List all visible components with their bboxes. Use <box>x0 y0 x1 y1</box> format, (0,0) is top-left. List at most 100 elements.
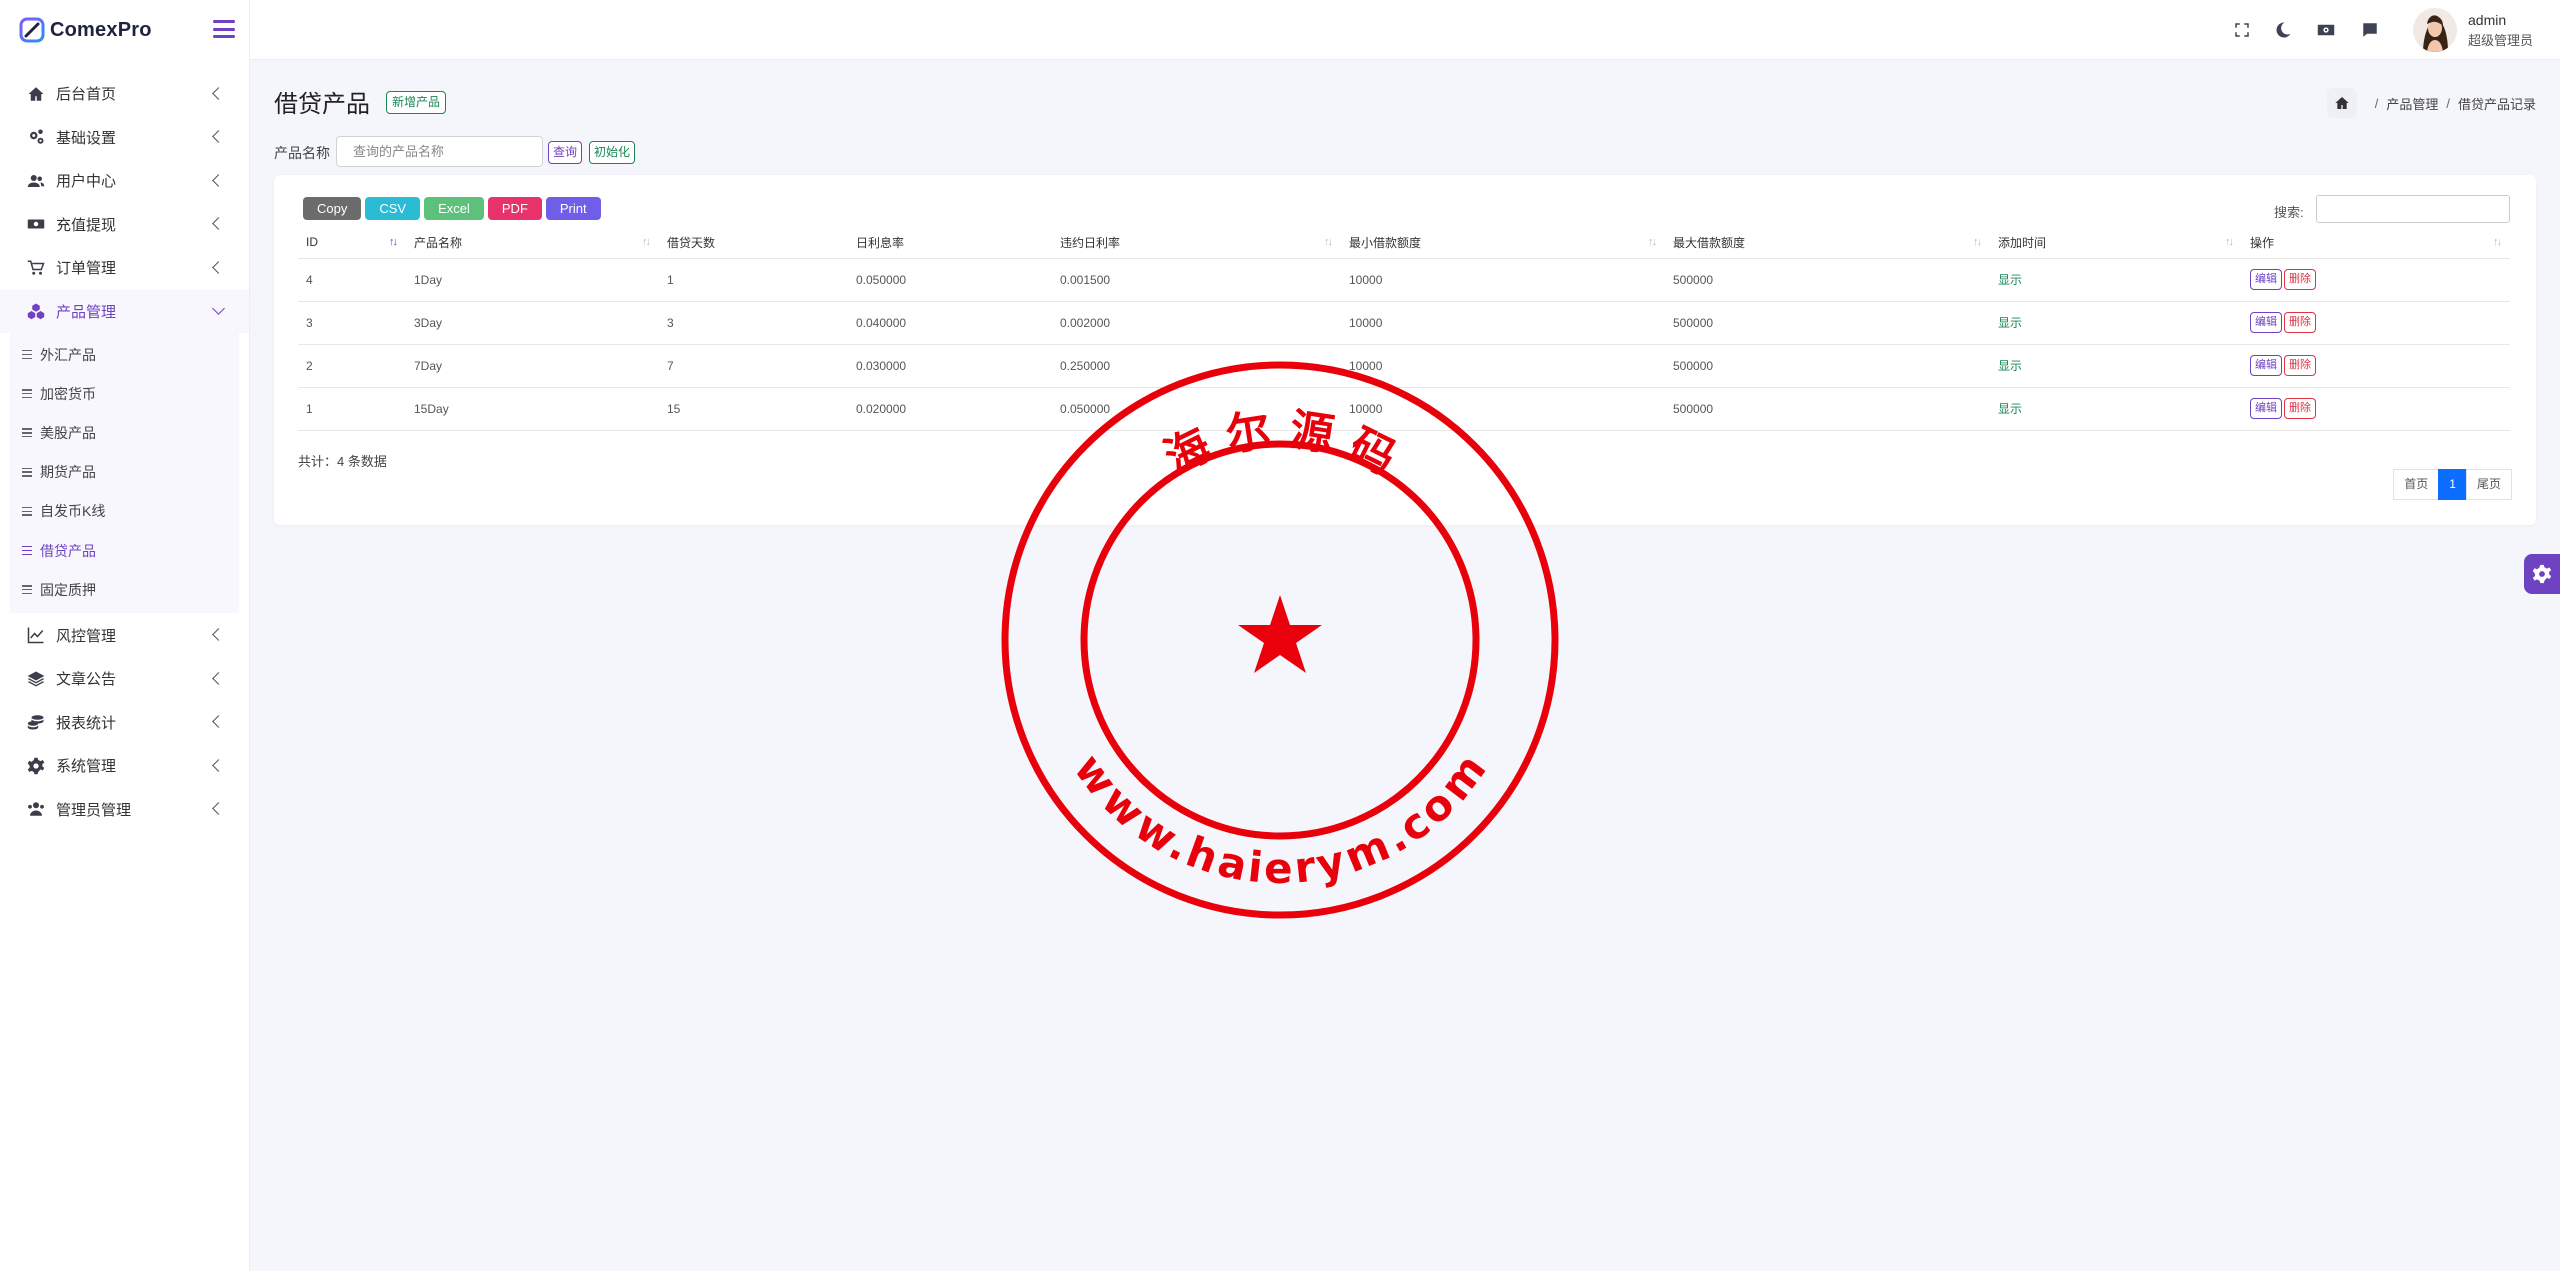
brand[interactable]: ComexPro <box>0 0 249 60</box>
status-toggle[interactable]: 显示 <box>1998 316 2022 330</box>
sidebar-item-recharge[interactable]: 充值提现 <box>0 203 249 247</box>
sidebar-item-label: 系统管理 <box>56 758 117 776</box>
pdf-button[interactable]: PDF <box>487 197 542 220</box>
table-search-input[interactable] <box>2316 195 2510 223</box>
csv-button[interactable]: CSV <box>365 197 421 220</box>
status-toggle[interactable]: 显示 <box>1998 402 2022 416</box>
submenu-item-loan-products[interactable]: 借贷产品 <box>10 531 239 570</box>
page-number-button[interactable]: 1 <box>2438 469 2467 500</box>
cell-name: 15Day <box>414 401 449 416</box>
query-button[interactable]: 查询 <box>548 141 583 164</box>
chevron-left-icon <box>212 130 225 144</box>
table-card: Copy CSV Excel PDF Print 搜索: ID ↑↓ 产品名称 ↑↓… <box>274 175 2536 525</box>
cell-min: 10000 <box>1349 315 1383 330</box>
brand-name: ComexPro <box>50 18 152 41</box>
sidebar-item-label: 充值提现 <box>56 216 117 234</box>
column-header-name[interactable]: 产品名称 ↑↓ <box>406 227 659 258</box>
print-button[interactable]: Print <box>545 197 601 220</box>
product-name-search-input[interactable] <box>336 136 543 167</box>
column-header-actions[interactable]: 操作 ↑↓ <box>2242 227 2510 258</box>
submenu-item-forex[interactable]: 外汇产品 <box>10 335 239 374</box>
cell-status: 显示 <box>1990 301 2242 344</box>
cell-penalty: 0.250000 <box>1060 358 1111 373</box>
sidebar-item-products[interactable]: 产品管理 <box>0 289 249 333</box>
page-title: 借贷产品 <box>274 91 370 118</box>
sidebar-item-articles[interactable]: 文章公告 <box>0 657 249 701</box>
edit-button[interactable]: 编辑 <box>2250 398 2282 419</box>
cell-days: 15 <box>667 401 681 416</box>
column-header-days[interactable]: 借贷天数 <box>659 227 848 258</box>
sidebar-item-label: 订单管理 <box>56 260 117 278</box>
cell-id: 2 <box>306 358 313 373</box>
edit-button[interactable]: 编辑 <box>2250 269 2282 290</box>
cell-rate: 0.050000 <box>856 272 907 287</box>
submenu-item-crypto[interactable]: 加密货币 <box>10 374 239 413</box>
sidebar-item-basic-settings[interactable]: 基础设置 <box>0 116 249 160</box>
sort-icon: ↑↓ <box>2225 236 2234 248</box>
column-header-penalty-rate[interactable]: 违约日利率 ↑↓ <box>1052 227 1341 258</box>
first-page-button[interactable]: 首页 <box>2393 469 2440 500</box>
theme-settings-gear-icon[interactable] <box>2524 554 2560 594</box>
submenu-item-label: 加密货币 <box>40 385 96 402</box>
money-icon[interactable] <box>2315 19 2337 41</box>
avatar[interactable] <box>2413 8 2457 52</box>
sidebar-item-label: 后台首页 <box>56 86 117 104</box>
message-icon[interactable] <box>2359 19 2381 41</box>
cogs-icon <box>26 127 46 147</box>
reset-button[interactable]: 初始化 <box>589 141 636 164</box>
cell-id: 1 <box>306 401 313 416</box>
dark-mode-moon-icon[interactable] <box>2272 19 2294 41</box>
sidebar-item-label: 文章公告 <box>56 671 117 689</box>
sidebar-item-user-center[interactable]: 用户中心 <box>0 159 249 203</box>
delete-button[interactable]: 删除 <box>2284 398 2316 419</box>
submenu-item-custom-kline[interactable]: 自发币K线 <box>10 492 239 531</box>
gear-icon <box>26 756 46 776</box>
home-icon <box>26 84 46 104</box>
column-header-id[interactable]: ID ↑↓ <box>298 227 406 258</box>
column-header-min-amount[interactable]: 最小借款额度 ↑↓ <box>1341 227 1665 258</box>
status-toggle[interactable]: 显示 <box>1998 273 2022 287</box>
menu-toggle-icon[interactable] <box>213 18 235 40</box>
cell-actions: 编辑 删除 <box>2242 301 2510 344</box>
column-header-created[interactable]: 添加时间 ↑↓ <box>1990 227 2242 258</box>
sidebar-item-reports[interactable]: 报表统计 <box>0 700 249 744</box>
sidebar-item-admins[interactable]: 管理员管理 <box>0 787 249 831</box>
delete-button[interactable]: 删除 <box>2284 312 2316 333</box>
sidebar-item-risk[interactable]: 风控管理 <box>0 613 249 657</box>
submenu-item-fixed-staking[interactable]: 固定质押 <box>10 570 239 609</box>
user-role: 超级管理员 <box>2468 33 2534 48</box>
delete-button[interactable]: 删除 <box>2284 355 2316 376</box>
copy-button[interactable]: Copy <box>303 197 362 220</box>
breadcrumb-home-icon[interactable] <box>2326 88 2357 118</box>
submenu-item-label: 固定质押 <box>40 581 96 598</box>
column-header-max-amount[interactable]: 最大借款额度 ↑↓ <box>1665 227 1990 258</box>
cubes-icon <box>26 301 46 321</box>
submenu-item-futures[interactable]: 期货产品 <box>10 453 239 492</box>
cell-penalty: 0.001500 <box>1060 272 1111 287</box>
column-header-label: 添加时间 <box>1998 235 2047 250</box>
edit-button[interactable]: 编辑 <box>2250 312 2282 333</box>
column-header-label: 违约日利率 <box>1060 235 1121 250</box>
sort-icon: ↑↓ <box>1973 236 1982 248</box>
status-toggle[interactable]: 显示 <box>1998 359 2022 373</box>
list-icon <box>22 389 32 399</box>
export-buttons: Copy CSV Excel PDF Print <box>303 197 601 220</box>
add-product-button[interactable]: 新增产品 <box>386 91 447 114</box>
breadcrumb-item[interactable]: 产品管理 <box>2386 94 2438 113</box>
sidebar-item-orders[interactable]: 订单管理 <box>0 246 249 290</box>
chart-line-icon <box>26 625 46 645</box>
cell-id: 3 <box>306 315 313 330</box>
edit-button[interactable]: 编辑 <box>2250 355 2282 376</box>
sidebar-item-label: 产品管理 <box>56 303 117 321</box>
sidebar-item-home[interactable]: 后台首页 <box>0 72 249 116</box>
last-page-button[interactable]: 尾页 <box>2465 469 2512 500</box>
submenu-item-us-stocks[interactable]: 美股产品 <box>10 413 239 452</box>
delete-button[interactable]: 删除 <box>2284 269 2316 290</box>
fullscreen-icon[interactable] <box>2231 19 2253 41</box>
sidebar-item-system[interactable]: 系统管理 <box>0 744 249 788</box>
column-header-daily-rate[interactable]: 日利息率 <box>848 227 1052 258</box>
list-icon <box>22 467 32 477</box>
cell-penalty: 0.002000 <box>1060 315 1111 330</box>
excel-button[interactable]: Excel <box>424 197 484 220</box>
layers-icon <box>26 669 46 689</box>
